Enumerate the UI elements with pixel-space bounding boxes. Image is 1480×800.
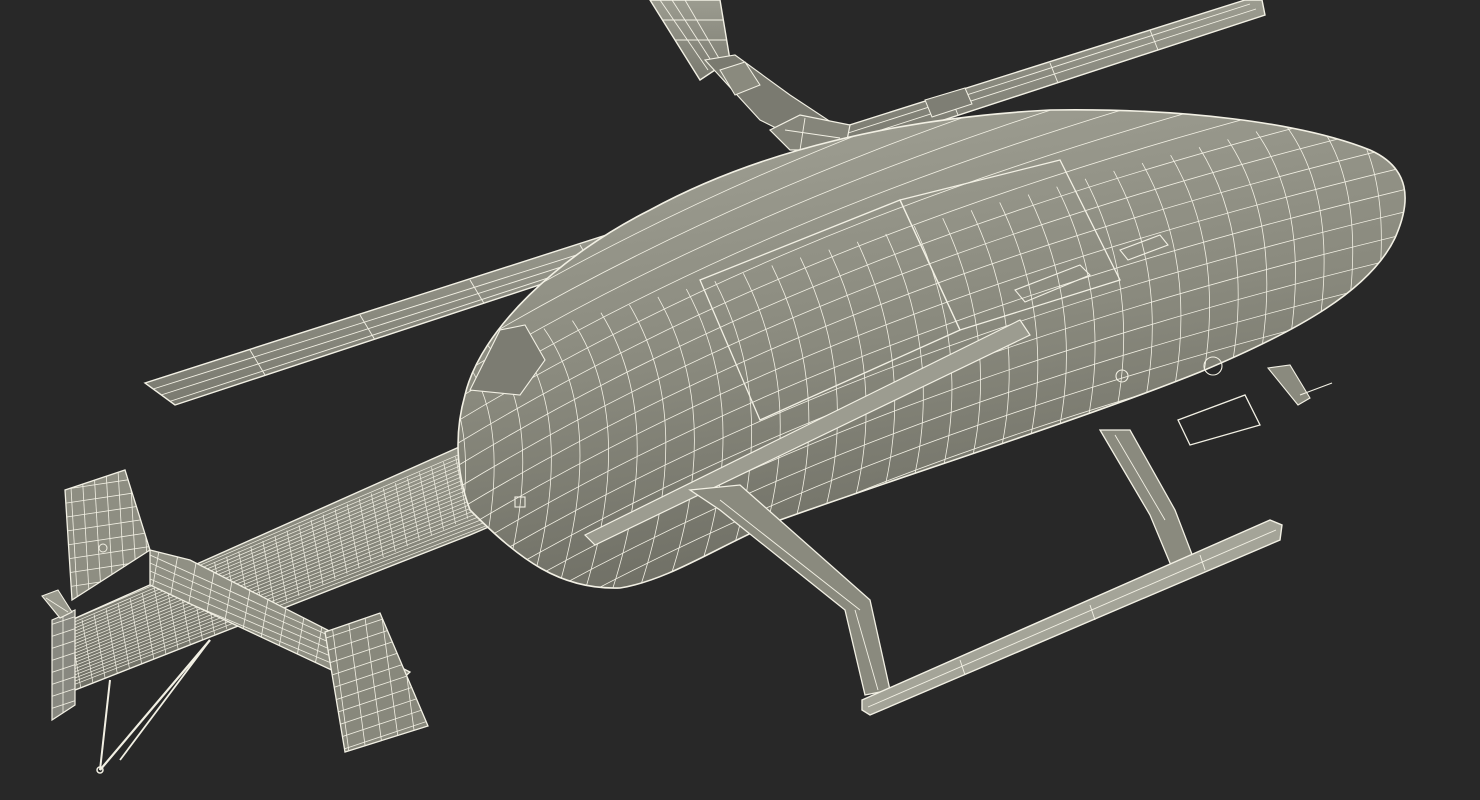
tail-rotor [41,589,73,619]
nose-step [1177,364,1333,446]
landing-skid-rail [861,519,1283,716]
3d-viewport[interactable] [0,0,1480,800]
tail-fin-lower [51,609,76,722]
landing-skid-front [1098,429,1199,576]
helicopter-wireframe-render [41,0,1406,774]
stabilizer-end-fin [324,612,429,753]
